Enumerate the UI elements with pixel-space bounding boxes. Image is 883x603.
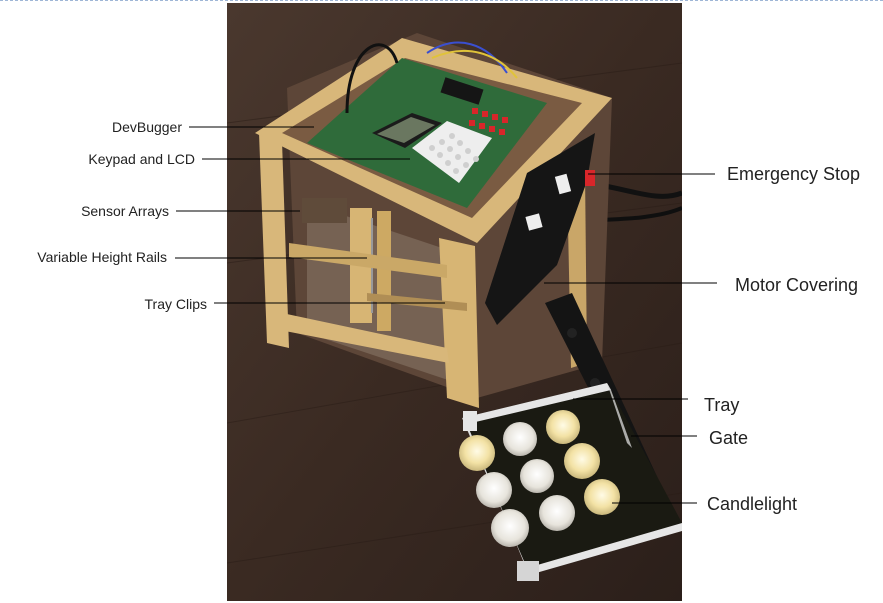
label-gate: Gate bbox=[709, 428, 749, 448]
label-devbugger: DevBugger bbox=[111, 119, 182, 135]
tray-clip-front bbox=[463, 411, 477, 431]
label-variable-height-rails: Variable Height Rails bbox=[37, 249, 167, 265]
label-tray-clips: Tray Clips bbox=[144, 296, 208, 312]
candle bbox=[459, 435, 495, 471]
candle bbox=[546, 410, 580, 444]
candle bbox=[503, 422, 537, 456]
candle bbox=[491, 509, 529, 547]
candle bbox=[476, 472, 512, 508]
candle bbox=[584, 479, 620, 515]
label-sensor-arrays: Sensor Arrays bbox=[81, 203, 169, 219]
label-keypad-lcd: Keypad and LCD bbox=[88, 151, 195, 167]
sensor-array-board bbox=[302, 198, 347, 223]
label-candlelight: Candlelight bbox=[707, 494, 798, 514]
candle bbox=[564, 443, 600, 479]
variable-height-rail-right bbox=[377, 211, 391, 331]
label-emergency-stop: Emergency Stop bbox=[727, 164, 861, 184]
candle bbox=[520, 459, 554, 493]
emergency-stop-button bbox=[585, 170, 595, 186]
label-motor-covering: Motor Covering bbox=[735, 275, 859, 295]
candle bbox=[539, 495, 575, 531]
tray-clip-back bbox=[517, 561, 539, 581]
label-tray: Tray bbox=[704, 395, 740, 415]
machine-photo bbox=[227, 3, 682, 601]
